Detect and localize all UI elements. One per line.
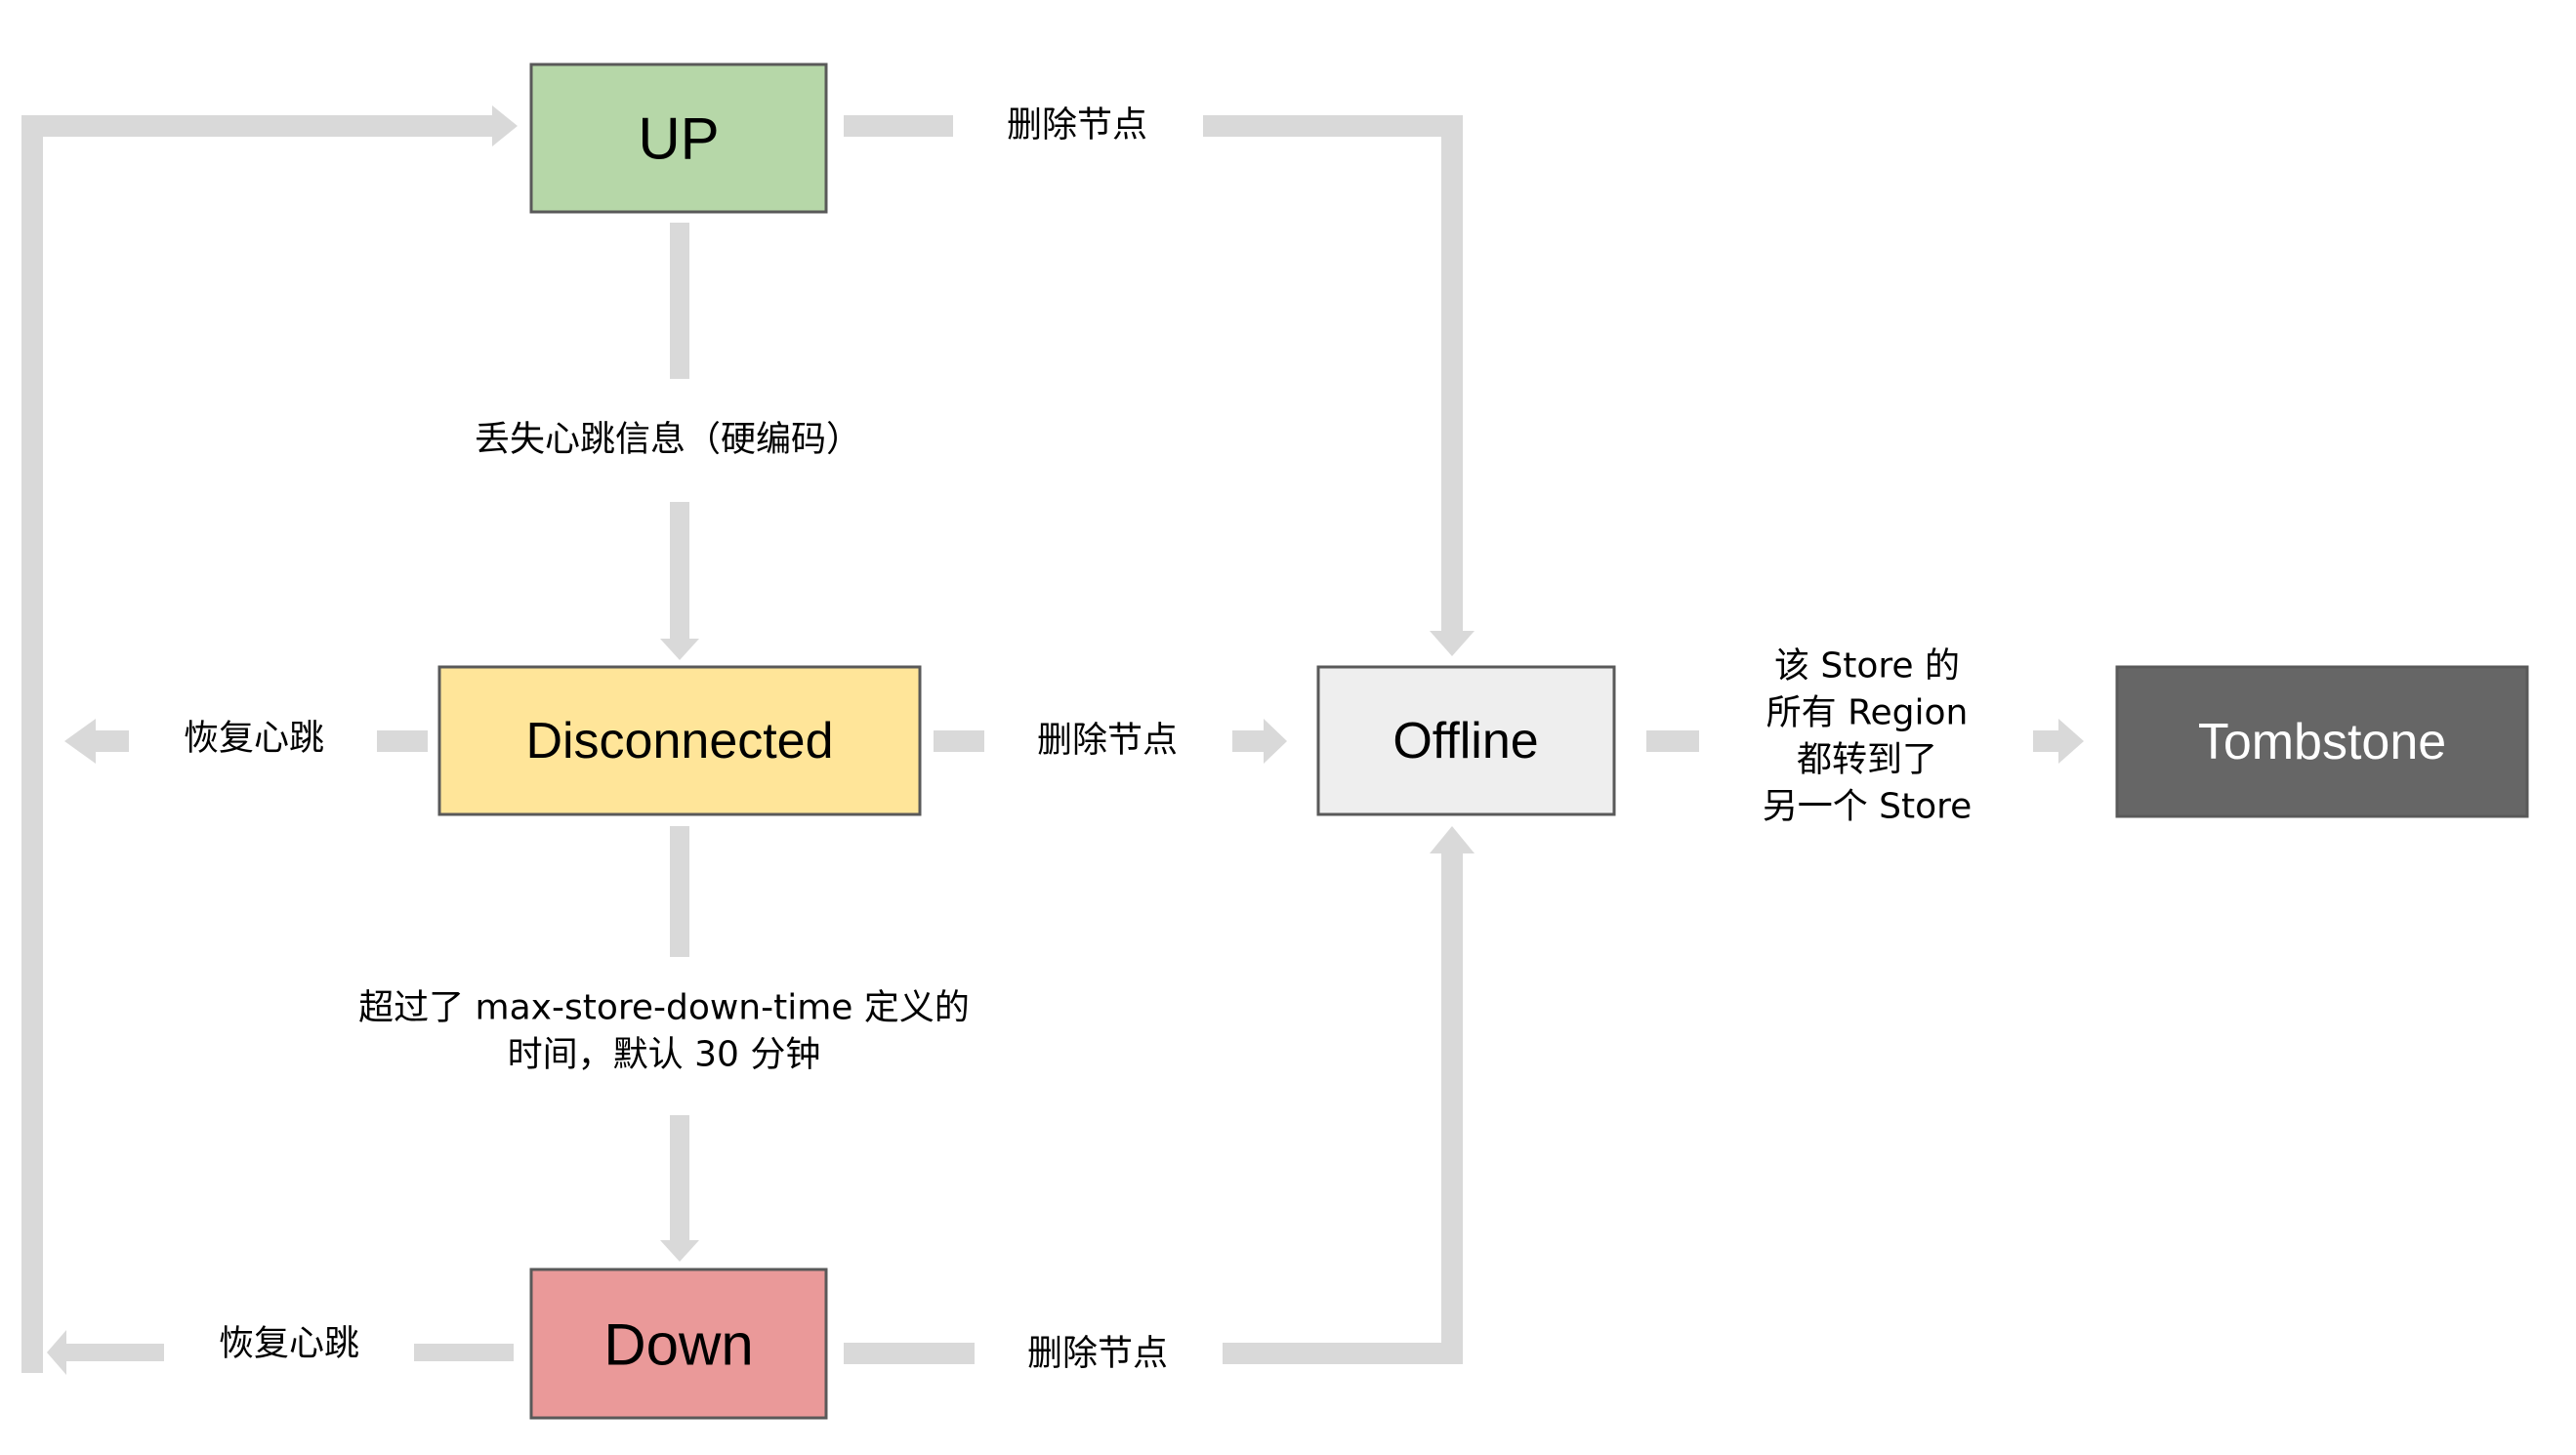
arrow-head-to-up [492, 105, 518, 146]
node-up-label: UP [638, 106, 719, 172]
node-offline-label: Offline [1392, 713, 1538, 769]
label-disconnected-to-offline: 删除节点 [1037, 721, 1178, 761]
label-up-to-disconnected: 丢失心跳信息（硬编码） [475, 420, 861, 460]
node-down[interactable]: Down [529, 1268, 828, 1420]
arrow-head-to-offline-bottom [1430, 826, 1475, 853]
off-tomb-seg-2 [2033, 730, 2060, 752]
up-off-seg-2 [1203, 115, 1463, 137]
edge-up-to-offline [844, 115, 1475, 656]
label-offline-to-tombstone-line-4: 另一个 Store [1763, 787, 1973, 827]
label-disconnected-to-down-line-1: 超过了 max-store-down-time 定义的 [358, 988, 970, 1028]
node-offline[interactable]: Offline [1316, 665, 1616, 816]
arrow-head-to-offline-left [1264, 719, 1287, 764]
label-offline-to-tombstone-line-1: 该 Store 的 [1774, 646, 1960, 686]
state-diagram: 丢失心跳信息（硬编码） 超过了 max-store-down-time 定义的 … [21, 62, 2529, 1420]
off-tomb-seg-1 [1646, 730, 1699, 752]
edge-down-to-offline [844, 826, 1475, 1364]
label-offline-to-tombstone-line-3: 都转到了 [1797, 740, 1937, 780]
label-up-to-offline: 删除节点 [1007, 105, 1147, 146]
down-off-seg-1 [844, 1343, 975, 1364]
label-down-to-up: 恢复心跳 [219, 1324, 359, 1364]
disc-down-seg-2 [670, 1115, 689, 1242]
down-off-seg-2 [1223, 1343, 1463, 1364]
node-tombstone[interactable]: Tombstone [2115, 665, 2529, 818]
up-off-vertical [1441, 115, 1463, 633]
arrow-head-to-disc [660, 639, 699, 660]
down-off-vertical [1441, 852, 1463, 1364]
up-down-seg-1 [670, 223, 689, 379]
up-down-seg-2 [670, 502, 689, 641]
arrow-head-to-offline-top [1430, 631, 1475, 656]
node-disconnected-label: Disconnected [525, 713, 833, 769]
arrow-head-to-tombstone [2058, 719, 2084, 764]
nodes: UP Disconnected Down Offline Tombstone [437, 62, 2529, 1420]
node-tombstone-label: Tombstone [2198, 714, 2446, 770]
disc-off-seg-1 [934, 730, 984, 752]
label-disconnected-to-up: 恢复心跳 [184, 719, 324, 759]
label-disconnected-to-down-line-2: 时间，默认 30 分钟 [508, 1035, 821, 1075]
top-rail [21, 115, 494, 137]
disc-down-seg-1 [670, 826, 689, 957]
arrow-head-to-down [660, 1240, 699, 1262]
disc-left-seg-1 [377, 730, 428, 752]
disc-left-seg-2 [94, 730, 129, 752]
down-left-seg-2 [64, 1344, 164, 1361]
node-up[interactable]: UP [529, 62, 828, 214]
down-left-seg-1 [414, 1344, 514, 1361]
arrow-head-left-disc [64, 719, 96, 764]
disc-off-seg-2 [1232, 730, 1266, 752]
node-disconnected[interactable]: Disconnected [437, 665, 922, 816]
arrow-head-left-down [47, 1330, 66, 1375]
node-down-label: Down [603, 1312, 753, 1378]
label-offline-to-tombstone-line-2: 所有 Region [1766, 693, 1969, 733]
label-down-to-offline: 删除节点 [1027, 1334, 1168, 1374]
up-off-seg-1 [844, 115, 953, 137]
left-rail [21, 115, 43, 1373]
